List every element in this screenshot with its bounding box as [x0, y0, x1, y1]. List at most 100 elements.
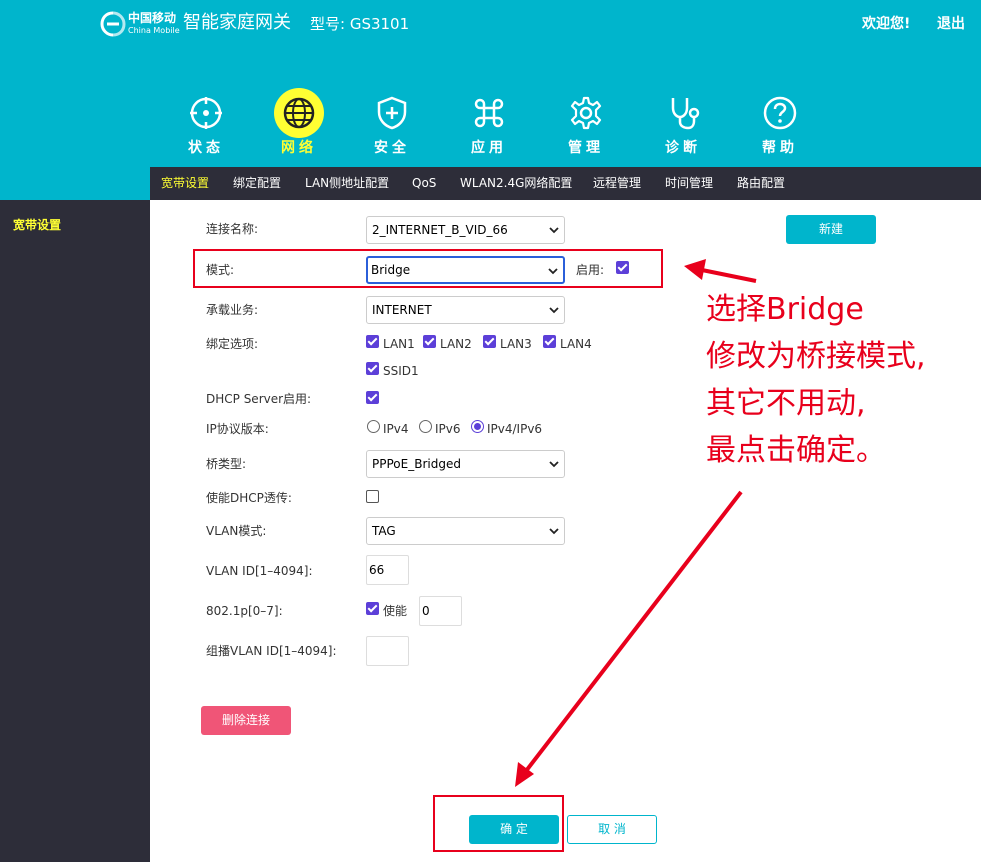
welcome-text: 欢迎您!: [862, 16, 911, 32]
priority-input[interactable]: 0: [419, 596, 462, 626]
lan1-label: LAN1: [383, 337, 415, 351]
mode-value: Bridge: [371, 263, 411, 277]
dhcp-server-label: DHCP Server启用:: [206, 392, 312, 406]
bridge-type-value: PPPoE_Bridged: [372, 457, 461, 471]
nav-label: 网络: [281, 140, 317, 156]
nav-security[interactable]: 安全: [357, 88, 427, 160]
nav-label: 应用: [471, 140, 507, 156]
priority-enable-checkbox[interactable]: [366, 602, 379, 615]
multicast-vlan-label: 组播VLAN ID[1–4094]:: [206, 644, 337, 658]
ipv4-radio[interactable]: [367, 420, 380, 433]
app-title: 智能家庭网关: [183, 12, 291, 33]
ipv6-label: IPv6: [435, 422, 461, 436]
stethoscope-icon: [671, 98, 700, 130]
brand-name-en: China Mobile: [128, 26, 180, 35]
annotation-line: 最点击确定。: [706, 433, 886, 468]
sub-navigation: 宽带设置 绑定配置 LAN侧地址配置 QoS WLAN2.4G网络配置 远程管理…: [150, 167, 981, 200]
bridge-type-label: 桥类型:: [206, 457, 247, 471]
dhcp-passthrough-label: 使能DHCP透传:: [206, 491, 292, 505]
device-model: 型号: GS3101: [310, 15, 410, 33]
nav-label: 诊断: [665, 140, 701, 156]
vlan-mode-value: TAG: [372, 524, 396, 538]
subnav-time[interactable]: 时间管理: [665, 167, 713, 200]
service-select[interactable]: INTERNET: [366, 296, 565, 324]
nav-label: 状态: [188, 140, 224, 156]
lan1-checkbox[interactable]: [366, 335, 379, 348]
gear-icon: [570, 96, 602, 130]
ipv6-radio[interactable]: [419, 420, 432, 433]
lan2-checkbox[interactable]: [423, 335, 436, 348]
connection-name-label: 连接名称:: [206, 222, 259, 236]
delete-connection-button[interactable]: 删除连接: [201, 706, 291, 735]
ssid1-checkbox[interactable]: [366, 362, 379, 375]
enable-checkbox[interactable]: [616, 261, 629, 274]
chevron-down-icon: [549, 461, 559, 468]
instruction-annotation: 选择Bridge 修改为桥接模式, 其它不用动, 最点击确定。: [706, 286, 926, 474]
chevron-down-icon: [549, 307, 559, 314]
chevron-down-icon: [548, 268, 558, 275]
lan3-checkbox[interactable]: [483, 335, 496, 348]
subnav-qos[interactable]: QoS: [412, 167, 436, 200]
lan4-checkbox[interactable]: [543, 335, 556, 348]
priority-enable-label: 使能: [383, 604, 408, 618]
ipv4-label: IPv4: [383, 422, 409, 436]
globe-icon: [283, 97, 315, 129]
mode-select[interactable]: Bridge: [366, 256, 565, 284]
nav-status[interactable]: 状态: [171, 88, 241, 160]
nav-management[interactable]: 管理: [551, 88, 621, 160]
nav-network[interactable]: 网络: [264, 88, 334, 160]
chevron-down-icon: [549, 528, 559, 535]
lan2-label: LAN2: [440, 337, 472, 351]
enable-label: 启用:: [576, 263, 605, 277]
subnav-routing[interactable]: 路由配置: [737, 167, 785, 200]
nav-diagnostics[interactable]: 诊断: [648, 88, 718, 160]
connection-name-value: 2_INTERNET_B_VID_66: [372, 223, 508, 237]
nav-help[interactable]: 帮助: [745, 88, 815, 160]
subnav-remote[interactable]: 远程管理: [593, 167, 641, 200]
subnav-broadband[interactable]: 宽带设置: [161, 167, 209, 200]
annotation-line: 选择Bridge: [706, 292, 864, 327]
brand-name-cn: 中国移动: [128, 11, 177, 25]
ipv4-ipv6-radio[interactable]: [471, 420, 484, 433]
priority-label: 802.1p[0–7]:: [206, 604, 283, 618]
sidebar-item-broadband[interactable]: 宽带设置: [13, 216, 61, 233]
nav-label: 安全: [374, 140, 410, 156]
subnav-lan-address[interactable]: LAN侧地址配置: [305, 167, 389, 200]
subnav-binding[interactable]: 绑定配置: [233, 167, 281, 200]
cancel-button[interactable]: 取 消: [567, 815, 657, 844]
binding-label: 绑定选项:: [206, 337, 259, 351]
china-mobile-logo: [100, 11, 126, 37]
nav-label: 帮助: [762, 140, 798, 156]
chevron-down-icon: [549, 227, 559, 234]
nav-label: 管理: [568, 140, 604, 156]
ipv4-ipv6-label: IPv4/IPv6: [487, 422, 543, 436]
vlan-mode-label: VLAN模式:: [206, 524, 267, 538]
multicast-vlan-input[interactable]: [366, 636, 409, 666]
question-icon: [763, 96, 797, 130]
vlan-mode-select[interactable]: TAG: [366, 517, 565, 545]
vlan-id-label: VLAN ID[1–4094]:: [206, 564, 313, 578]
vlan-id-input[interactable]: 66: [366, 555, 409, 585]
dhcp-passthrough-checkbox[interactable]: [366, 490, 379, 503]
ssid1-label: SSID1: [383, 364, 419, 378]
nav-apps[interactable]: 应用: [454, 88, 524, 160]
lan3-label: LAN3: [500, 337, 532, 351]
dhcp-server-checkbox[interactable]: [366, 391, 379, 404]
lan4-label: LAN4: [560, 337, 592, 351]
annotation-line: 修改为桥接模式,: [706, 339, 926, 374]
shield-plus-icon: [377, 96, 407, 130]
ok-button[interactable]: 确 定: [469, 815, 559, 844]
bridge-type-select[interactable]: PPPoE_Bridged: [366, 450, 565, 478]
new-connection-button[interactable]: 新建: [786, 215, 876, 244]
subnav-wlan[interactable]: WLAN2.4G网络配置: [460, 167, 572, 200]
service-label: 承载业务:: [206, 303, 259, 317]
ip-version-label: IP协议版本:: [206, 422, 269, 436]
logout-link[interactable]: 退出: [937, 14, 965, 34]
connection-name-select[interactable]: 2_INTERNET_B_VID_66: [366, 216, 565, 244]
annotation-line: 其它不用动,: [706, 386, 866, 421]
command-icon: [474, 98, 504, 128]
target-icon: [190, 97, 222, 129]
sidebar: 宽带设置: [0, 200, 150, 862]
service-value: INTERNET: [372, 303, 432, 317]
mode-label: 模式:: [206, 263, 235, 277]
